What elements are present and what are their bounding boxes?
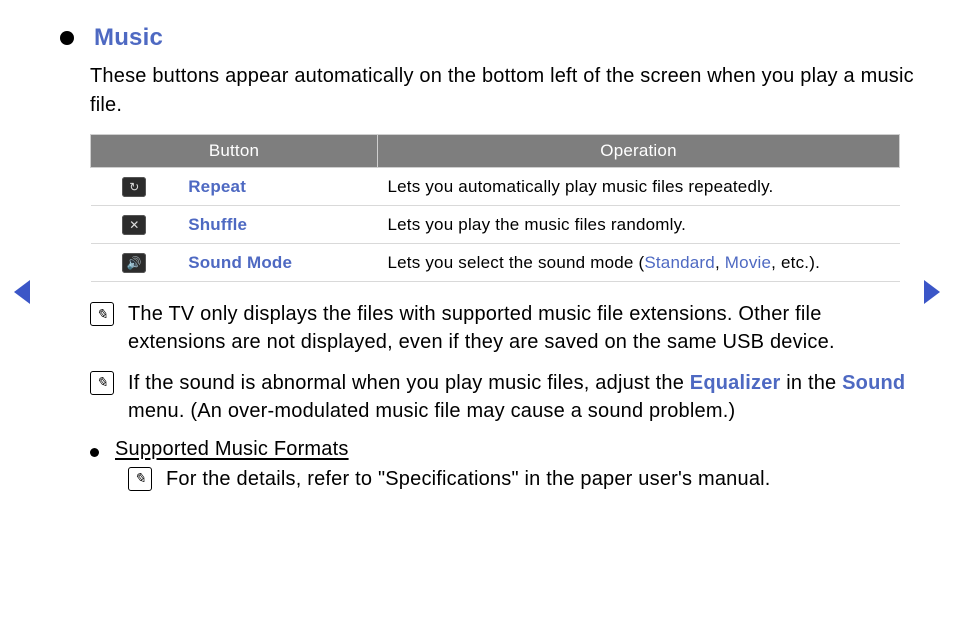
repeat-description: Lets you automatically play music files … xyxy=(378,168,900,206)
nav-prev-icon[interactable] xyxy=(14,280,30,304)
repeat-label: Repeat xyxy=(178,168,377,206)
sub-note-text: For the details, refer to "Specification… xyxy=(166,465,914,493)
sub-heading: Supported Music Formats xyxy=(115,438,349,461)
table-row: ↻ Repeat Lets you automatically play mus… xyxy=(91,168,900,206)
note2-mid: in the xyxy=(781,372,843,394)
sound-mode-icon: 🔊 xyxy=(122,253,146,273)
note-icon: ✎ xyxy=(90,302,114,326)
th-operation: Operation xyxy=(378,135,900,168)
note-icon: ✎ xyxy=(90,371,114,395)
table-row: ✕ Shuffle Lets you play the music files … xyxy=(91,206,900,244)
shuffle-label: Shuffle xyxy=(178,206,377,244)
sound-mode-sep: , xyxy=(715,253,725,272)
intro-text: These buttons appear automatically on th… xyxy=(90,62,914,120)
sound-mode-description: Lets you select the sound mode (Standard… xyxy=(378,244,900,282)
sound-mode-op-post: , etc.). xyxy=(771,253,820,272)
section-title: Music xyxy=(94,24,163,52)
shuffle-description: Lets you play the music files randomly. xyxy=(378,206,900,244)
bullet-icon xyxy=(90,448,99,457)
th-button: Button xyxy=(91,135,378,168)
note-text-2: If the sound is abnormal when you play m… xyxy=(128,369,914,426)
sub-section-row: Supported Music Formats xyxy=(90,438,914,461)
sound-mode-op-pre: Lets you select the sound mode ( xyxy=(388,253,645,272)
button-table: Button Operation ↻ Repeat Lets you autom… xyxy=(90,134,900,282)
bullet-icon xyxy=(60,31,74,45)
sound-mode-link-movie: Movie xyxy=(725,253,771,272)
note-text-1: The TV only displays the files with supp… xyxy=(128,300,914,357)
nav-next-icon[interactable] xyxy=(924,280,940,304)
sub-note-row: ✎ For the details, refer to "Specificati… xyxy=(128,465,914,493)
sound-mode-label: Sound Mode xyxy=(178,244,377,282)
note2-pre: If the sound is abnormal when you play m… xyxy=(128,372,690,394)
sound-mode-link-standard: Standard xyxy=(644,253,715,272)
note2-post: menu. (An over-modulated music file may … xyxy=(128,400,735,422)
table-row: 🔊 Sound Mode Lets you select the sound m… xyxy=(91,244,900,282)
note-item: ✎ If the sound is abnormal when you play… xyxy=(90,369,914,426)
note-item: ✎ The TV only displays the files with su… xyxy=(90,300,914,357)
repeat-icon: ↻ xyxy=(122,177,146,197)
equalizer-link: Equalizer xyxy=(690,372,781,394)
sound-link: Sound xyxy=(842,372,905,394)
section-title-row: Music xyxy=(60,24,914,52)
shuffle-icon: ✕ xyxy=(122,215,146,235)
note-icon: ✎ xyxy=(128,467,152,491)
